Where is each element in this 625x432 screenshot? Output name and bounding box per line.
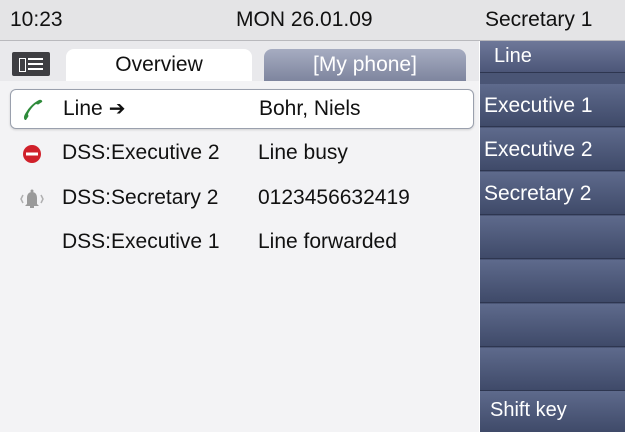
tab-my-phone[interactable]: [My phone]	[264, 49, 466, 81]
softkey-empty[interactable]	[480, 216, 625, 259]
softkey-executive-1[interactable]: Executive 1	[480, 84, 625, 127]
tab-bar: Overview [My phone]	[0, 41, 479, 81]
line-name: DSS:Executive 1	[62, 230, 220, 253]
phone-screen: 10:23 MON 26.01.09 Secretary 1 Overview …	[0, 0, 625, 432]
arrow-right-icon: ➔	[108, 98, 126, 120]
softkey-executive-2[interactable]: Executive 2	[480, 128, 625, 171]
clock: 10:23	[10, 8, 63, 31]
line-name: Line ➔	[63, 97, 126, 120]
softkey-empty[interactable]	[480, 260, 625, 303]
softkey-column: Line Executive 1 Executive 2 Secretary 2…	[480, 41, 625, 432]
date: MON 26.01.09	[236, 8, 373, 31]
main-panel: Overview [My phone] Line ➔ Bohr, Niels D…	[0, 41, 479, 432]
line-list: Line ➔ Bohr, Niels DSS:Executive 2 Line b…	[0, 81, 479, 432]
menu-icon[interactable]	[12, 52, 50, 76]
line-status: 0123456632419	[258, 186, 410, 209]
line-status: Line busy	[258, 141, 348, 164]
line-row-executive-2[interactable]: DSS:Executive 2 Line busy	[10, 134, 472, 172]
line-status: Bohr, Niels	[259, 97, 361, 120]
tab-overview[interactable]: Overview	[66, 49, 252, 81]
line-status: Line forwarded	[258, 230, 397, 253]
busy-icon	[20, 142, 44, 166]
phone-handset-icon	[21, 98, 45, 122]
softkey-header: Line	[480, 41, 625, 73]
user-identity: Secretary 1	[485, 8, 593, 31]
line-name: DSS:Executive 2	[62, 141, 220, 164]
line-row-secretary-2[interactable]: DSS:Secretary 2 0123456632419	[10, 179, 472, 217]
line-row-line[interactable]: Line ➔ Bohr, Niels	[10, 89, 474, 129]
line-name: DSS:Secretary 2	[62, 186, 219, 209]
ringing-bell-icon	[20, 187, 44, 211]
shift-key-button[interactable]: Shift key	[480, 391, 625, 432]
line-row-executive-1[interactable]: DSS:Executive 1 Line forwarded	[10, 223, 472, 261]
softkey-secretary-2[interactable]: Secretary 2	[480, 172, 625, 215]
softkey-empty[interactable]	[480, 304, 625, 347]
softkey-empty[interactable]	[480, 348, 625, 391]
status-bar: 10:23 MON 26.01.09 Secretary 1	[0, 0, 625, 41]
